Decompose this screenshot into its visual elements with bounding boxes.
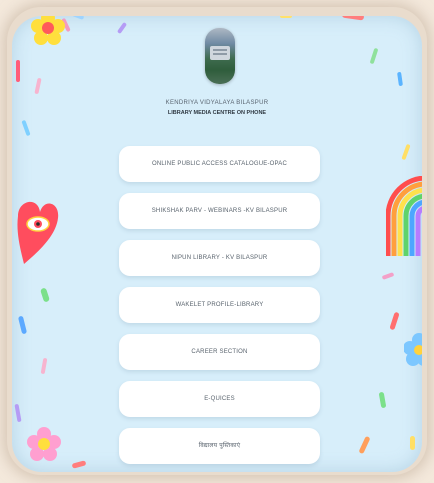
link-list: ONLINE PUBLIC ACCESS CATALOGUE-OPAC SHIK… [119,146,320,472]
confetti [21,119,31,137]
link-button-e-quices[interactable]: E-QUICES [119,381,320,417]
page-card: KENDRIYA VIDYALAYA BILASPUR LIBRARY MEDI… [12,16,422,472]
school-logo-image [205,28,235,84]
flower-icon [27,427,61,461]
confetti [381,272,395,280]
confetti [116,21,128,35]
link-button-wakelet-profile[interactable]: WAKELET PROFILE-LIBRARY [119,287,320,323]
link-button-opac[interactable]: ONLINE PUBLIC ACCESS CATALOGUE-OPAC [119,146,320,182]
confetti [71,460,87,469]
link-button-school-booklets[interactable]: विद्यालय पुस्तिकाएं [119,428,320,464]
confetti [341,16,365,21]
confetti [389,311,400,331]
confetti [369,47,379,65]
confetti [40,357,48,375]
page-subtitle: LIBRARY MEDIA CENTRE ON PHONE [167,110,267,116]
confetti [17,315,28,335]
confetti [401,143,411,161]
flower-icon [31,16,65,45]
confetti [16,60,20,82]
confetti [34,77,42,95]
confetti [410,436,415,450]
confetti [71,16,85,20]
link-button-shikshak-parv[interactable]: SHIKSHAK PARV - WEBINARS -KV BILASPUR [119,193,320,229]
rainbow-icon [386,176,422,256]
link-button-career-section[interactable]: CAREER SECTION [119,334,320,370]
confetti [280,16,292,18]
school-name: KENDRIYA VIDYALAYA BILASPUR [165,100,269,106]
flower-icon [404,333,422,366]
confetti [397,71,403,87]
confetti [378,391,387,409]
link-button-nipun-library[interactable]: NIPUN LIBRARY - KV BILASPUR [119,240,320,276]
confetti [14,403,22,423]
confetti [358,435,371,455]
heart-eye-icon [17,201,59,264]
confetti [39,287,51,303]
building-icon [210,46,230,60]
